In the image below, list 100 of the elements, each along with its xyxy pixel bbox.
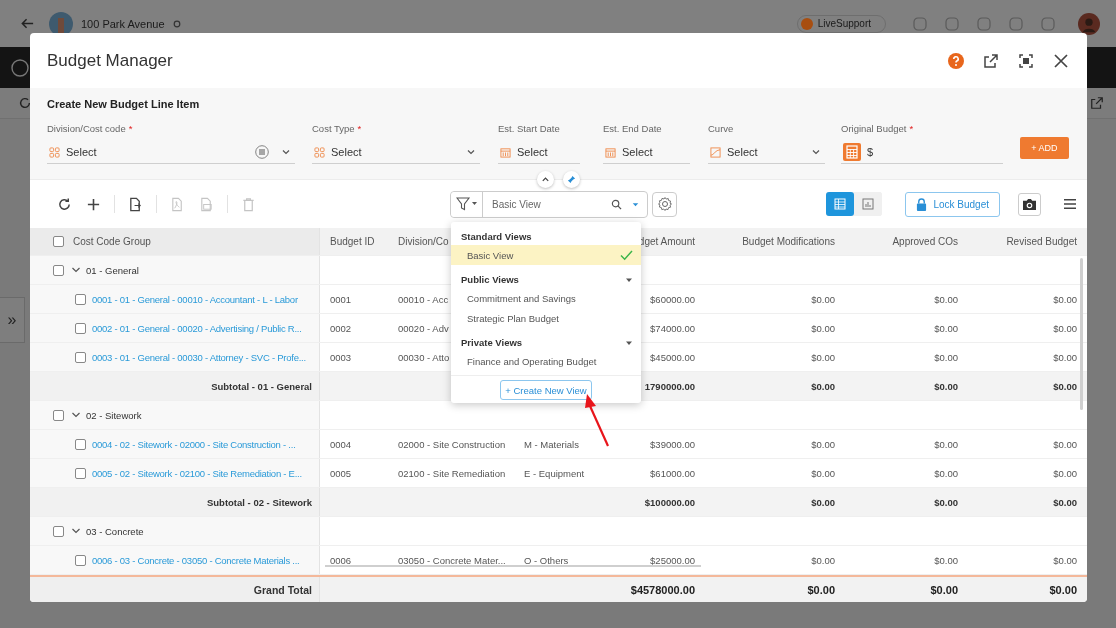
- table-cell: 0006: [330, 554, 352, 566]
- table-view-button[interactable]: [826, 192, 855, 216]
- select-field[interactable]: Select: [708, 141, 825, 164]
- checkbox[interactable]: [75, 322, 86, 334]
- table-cell: O - Others: [524, 554, 569, 566]
- select-field[interactable]: Select: [47, 141, 295, 164]
- calendar-icon: [605, 146, 616, 158]
- pin-icon: [567, 175, 576, 184]
- fullscreen-icon[interactable]: [1017, 51, 1035, 70]
- table-cell: $39000.00: [650, 438, 695, 450]
- chevron-down-icon: [811, 147, 821, 157]
- table-cell: $0.00: [811, 467, 835, 479]
- sidebar-toggle[interactable]: »: [0, 297, 25, 343]
- user-avatar[interactable]: [1078, 12, 1100, 35]
- view-item[interactable]: Commitment and Savings: [451, 288, 641, 308]
- table-cell: $0.00: [1053, 438, 1077, 450]
- table-cell: 0001: [330, 293, 352, 305]
- curve-icon: [710, 146, 721, 158]
- chevron-down-icon[interactable]: [71, 265, 81, 275]
- horizontal-scrollbar[interactable]: [325, 565, 701, 567]
- group-label: 03 - Concrete: [86, 525, 144, 537]
- table-cell: $0.00: [934, 554, 958, 566]
- chevron-down-icon: [281, 147, 291, 157]
- bar-chart-icon: [862, 198, 875, 210]
- required-mark: *: [909, 123, 914, 134]
- checkbox[interactable]: [75, 351, 86, 363]
- currency-prefix: $: [867, 146, 874, 158]
- view-item[interactable]: Finance and Operating Budget: [451, 351, 641, 371]
- chevron-down-icon[interactable]: [71, 410, 81, 420]
- table-cell: $60000.00: [650, 293, 695, 305]
- grid-icon: [314, 146, 325, 158]
- checkbox[interactable]: [53, 409, 64, 421]
- table-cell: 02100 - Site Remediation: [398, 467, 506, 479]
- checkbox[interactable]: [75, 467, 86, 479]
- vertical-scrollbar[interactable]: [1080, 258, 1083, 410]
- table-cell: $0.00: [1053, 467, 1077, 479]
- external-link-icon[interactable]: [982, 51, 1000, 70]
- project-title[interactable]: 100 Park Avenue: [81, 17, 165, 30]
- required-mark: *: [357, 123, 362, 134]
- lock-icon: [916, 197, 928, 211]
- chevron-down-icon[interactable]: [71, 526, 81, 536]
- required-mark: *: [128, 123, 133, 134]
- column-header[interactable]: Approved COs: [845, 228, 968, 255]
- calculator-icon[interactable]: [843, 143, 861, 161]
- column-header[interactable]: Budget ID: [320, 228, 388, 255]
- table-cell: $0.00: [1053, 380, 1077, 392]
- table-cell: $25000.00: [650, 554, 695, 566]
- camera-button[interactable]: [1018, 192, 1041, 216]
- placeholder-text: Select: [66, 146, 97, 158]
- table-cell: $0.00: [934, 293, 958, 305]
- select-field[interactable]: Select: [603, 141, 690, 164]
- table-cell: $0.00: [1053, 293, 1077, 305]
- help-icon[interactable]: [947, 51, 965, 70]
- table-cell: 00010 - Acc: [398, 293, 449, 305]
- section-title: Standard Views: [461, 231, 532, 242]
- back-arrow-icon[interactable]: [20, 16, 35, 31]
- column-header[interactable]: Cost Code Group: [73, 236, 151, 247]
- table-cell: $0.00: [811, 554, 835, 566]
- table-cell: $0.00: [934, 351, 958, 363]
- menu-icon[interactable]: [1063, 198, 1077, 210]
- table-cell: 0003: [330, 351, 352, 363]
- checkbox[interactable]: [75, 293, 86, 305]
- dialog-title: Budget Manager: [47, 50, 173, 71]
- table-cell: E - Equipment: [524, 467, 585, 479]
- table-cell: 1790000.00: [644, 380, 695, 392]
- checkbox[interactable]: [75, 438, 86, 450]
- subtotal-label: Subtotal - 01 - General: [211, 380, 312, 392]
- table-cell: $0.00: [811, 438, 835, 450]
- select-field[interactable]: Select: [498, 141, 580, 164]
- lock-budget-button[interactable]: Lock Budget: [905, 191, 1000, 217]
- create-new-view-button[interactable]: + Create New View: [500, 380, 592, 400]
- table-cell: 0002: [330, 322, 352, 334]
- select-field[interactable]: $: [841, 141, 1003, 164]
- settings-button[interactable]: [652, 191, 677, 217]
- options-icon[interactable]: [255, 145, 269, 159]
- column-header[interactable]: Budget Modifications: [705, 228, 845, 255]
- refresh-icon[interactable]: [18, 96, 32, 110]
- group-label: 01 - General: [86, 264, 139, 276]
- select-field[interactable]: Select: [312, 141, 480, 164]
- field-label: Est. Start Date: [498, 123, 561, 134]
- collapse-button[interactable]: [537, 171, 554, 188]
- external-link-icon[interactable]: [1090, 96, 1104, 110]
- pin-button[interactable]: [563, 171, 580, 188]
- table-cell: $0.00: [934, 322, 958, 334]
- checkbox[interactable]: [53, 525, 64, 537]
- column-header[interactable]: Revised Budget: [968, 228, 1087, 255]
- grid-icon: [49, 146, 60, 158]
- field-label: Curve: [708, 123, 735, 134]
- pdf-file-icon: [170, 196, 185, 212]
- table-cell: $100000.00: [644, 496, 695, 508]
- close-icon[interactable]: [1052, 51, 1070, 70]
- section-title: Private Views: [461, 337, 523, 348]
- checkbox[interactable]: [53, 264, 64, 276]
- group-label: 02 - Sitework: [86, 409, 142, 421]
- checkbox[interactable]: [75, 554, 86, 566]
- placeholder-text: Select: [331, 146, 362, 158]
- view-item[interactable]: Basic View: [451, 245, 641, 265]
- checkbox[interactable]: [53, 236, 64, 247]
- table-cell: $0.00: [811, 322, 835, 334]
- view-item[interactable]: Strategic Plan Budget: [451, 308, 641, 328]
